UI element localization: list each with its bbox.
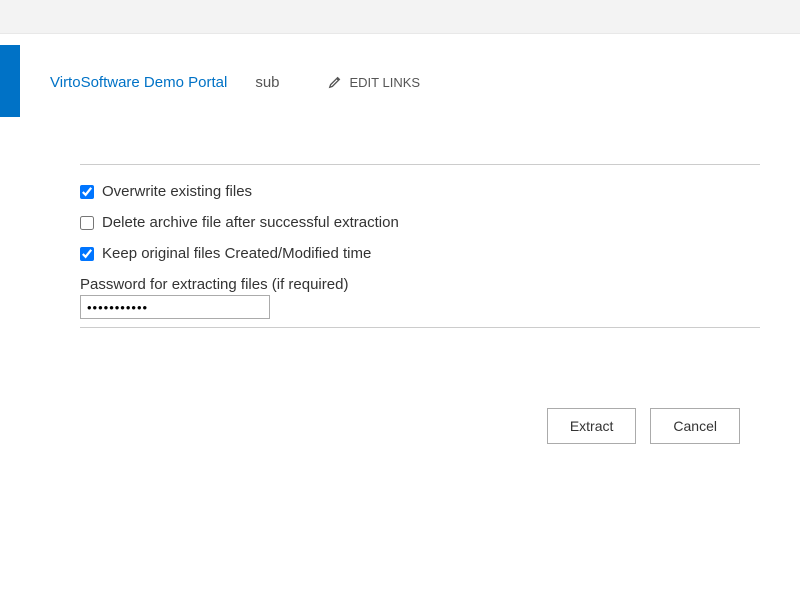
pencil-icon — [328, 75, 342, 89]
keep-time-label[interactable]: Keep original files Created/Modified tim… — [102, 245, 371, 262]
overwrite-option-row: Overwrite existing files — [80, 183, 760, 200]
cancel-button[interactable]: Cancel — [650, 408, 740, 444]
portal-home-link[interactable]: VirtoSoftware Demo Portal — [50, 74, 227, 91]
edit-links-button[interactable]: EDIT LINKS — [328, 75, 421, 90]
bottom-divider — [80, 327, 760, 328]
password-input[interactable] — [80, 295, 270, 319]
password-field-label: Password for extracting files (if requir… — [80, 276, 760, 293]
edit-links-label: EDIT LINKS — [350, 75, 421, 90]
delete-archive-label[interactable]: Delete archive file after successful ext… — [102, 214, 399, 231]
action-buttons: Extract Cancel — [80, 408, 760, 444]
delete-archive-checkbox[interactable] — [80, 216, 94, 230]
overwrite-label[interactable]: Overwrite existing files — [102, 183, 252, 200]
form-content: Overwrite existing files Delete archive … — [0, 124, 760, 444]
site-header: VirtoSoftware Demo Portal sub EDIT LINKS — [0, 34, 800, 124]
brand-color-block — [0, 45, 20, 117]
subsite-label[interactable]: sub — [255, 74, 279, 91]
overwrite-checkbox[interactable] — [80, 185, 94, 199]
top-divider — [80, 164, 760, 165]
extract-button[interactable]: Extract — [547, 408, 637, 444]
delete-archive-option-row: Delete archive file after successful ext… — [80, 214, 760, 231]
keep-time-checkbox[interactable] — [80, 247, 94, 261]
keep-time-option-row: Keep original files Created/Modified tim… — [80, 245, 760, 262]
header-nav: VirtoSoftware Demo Portal sub EDIT LINKS — [50, 68, 420, 91]
top-ribbon-bar — [0, 0, 800, 34]
